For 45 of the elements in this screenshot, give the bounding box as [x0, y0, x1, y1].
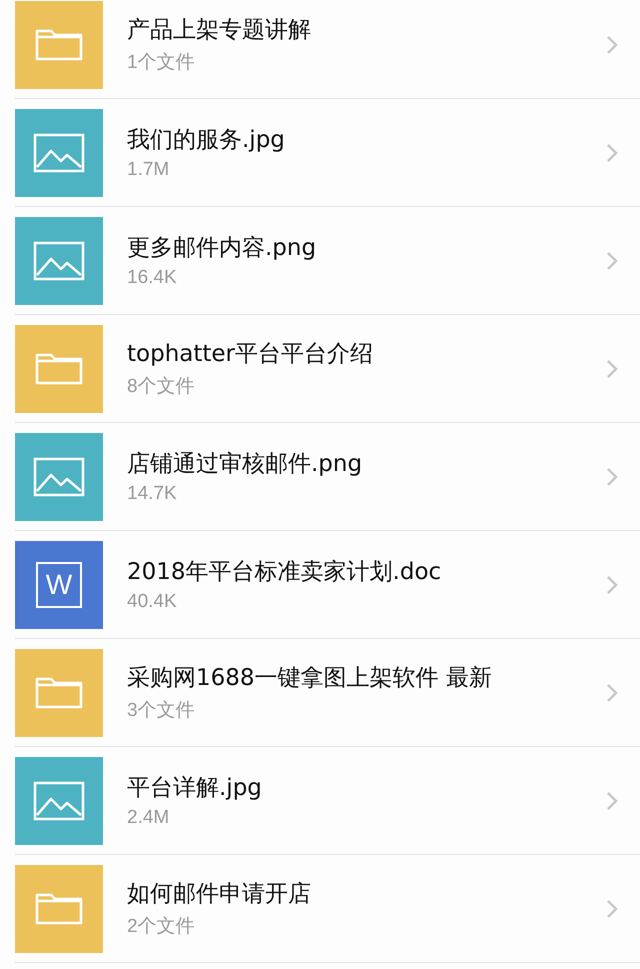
file-detail: 2.4M	[127, 807, 170, 829]
chevron-right-icon	[606, 574, 618, 594]
file-name: tophatter平台平台介绍	[127, 340, 374, 369]
file-row[interactable]: 平台详解.jpg 2.4M	[15, 747, 640, 855]
file-name: 平台详解.jpg	[127, 774, 263, 803]
file-detail: 14.7K	[127, 483, 178, 505]
file-detail: 2个文件	[127, 915, 196, 939]
file-name: 产品上架专题讲解	[127, 16, 312, 45]
folder-icon	[15, 648, 103, 736]
folder-icon	[15, 324, 103, 412]
file-row[interactable]: W 2018年平台标准卖家计划.doc 40.4K	[15, 531, 640, 639]
chevron-right-icon	[606, 34, 618, 54]
file-detail: 3个文件	[127, 699, 196, 723]
file-name: 如何邮件申请开店	[127, 880, 312, 909]
chevron-right-icon	[606, 898, 618, 918]
file-name: 更多邮件内容.png	[127, 234, 318, 263]
chevron-right-icon	[606, 790, 618, 810]
file-detail: 16.4K	[127, 267, 178, 289]
file-row[interactable]: 如何邮件申请开店 2个文件	[15, 855, 640, 963]
file-name: 2018年平台标准卖家计划.doc	[127, 558, 442, 587]
file-detail: 1个文件	[127, 51, 196, 75]
file-name: 采购网1688一键拿图上架软件 最新	[127, 664, 493, 693]
image-file-icon	[15, 108, 103, 196]
file-row[interactable]: 更多邮件内容.png 16.4K	[15, 207, 640, 315]
file-row[interactable]: 我们的服务.jpg 1.7M	[15, 99, 640, 207]
chevron-right-icon	[606, 250, 618, 270]
file-name: 店铺通过审核邮件.png	[127, 450, 364, 479]
file-name: 我们的服务.jpg	[127, 126, 286, 155]
folder-icon	[15, 864, 103, 952]
chevron-right-icon	[606, 466, 618, 486]
image-file-icon	[15, 216, 103, 304]
file-row[interactable]: tophatter平台平台介绍 8个文件	[15, 315, 640, 423]
file-detail: 1.7M	[127, 159, 170, 181]
folder-icon	[15, 0, 103, 88]
file-detail: 40.4K	[127, 591, 178, 613]
image-file-icon	[15, 432, 103, 520]
file-row[interactable]: 店铺通过审核邮件.png 14.7K	[15, 423, 640, 531]
file-row[interactable]: 采购网1688一键拿图上架软件 最新 3个文件	[15, 639, 640, 747]
chevron-right-icon	[606, 358, 618, 378]
file-row[interactable]: 产品上架专题讲解 1个文件	[15, 0, 640, 99]
image-file-icon	[15, 756, 103, 844]
chevron-right-icon	[606, 682, 618, 702]
word-document-icon: W	[15, 540, 103, 628]
file-detail: 8个文件	[127, 375, 196, 399]
chevron-right-icon	[606, 142, 618, 162]
